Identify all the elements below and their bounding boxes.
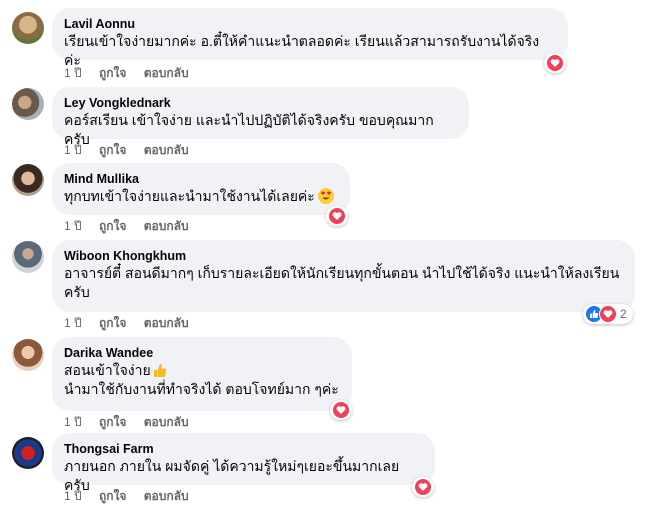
comment-bubble: Mind Mullika ทุกบทเข้าใจง่ายและนำมาใช้งา… <box>52 163 350 215</box>
heart-eyes-emoji <box>317 188 334 204</box>
avatar[interactable] <box>12 241 44 273</box>
timestamp[interactable]: 1 ปี <box>64 415 82 429</box>
comments-feed: Lavil Aonnu เรียนเข้าใจง่ายมากค่ะ อ.ตี๋ใ… <box>0 0 646 509</box>
author-name[interactable]: Darika Wandee <box>64 345 340 361</box>
comment-actions: 1 ปี ถูกใจ ตอบกลับ <box>64 315 203 331</box>
comment-text-body: ทุกบทเข้าใจง่ายและนำมาใช้งานได้เลยค่ะ <box>64 188 315 204</box>
comment-actions: 1 ปี ถูกใจ ตอบกลับ <box>64 142 203 158</box>
like-button[interactable]: ถูกใจ <box>99 66 126 80</box>
timestamp[interactable]: 1 ปี <box>64 66 82 80</box>
author-name[interactable]: Lavil Aonnu <box>64 16 556 32</box>
comment-text-line: สอนเข้าใจง่าย <box>64 361 340 380</box>
author-name[interactable]: Ley Vongklednark <box>64 95 457 111</box>
avatar[interactable] <box>12 437 44 469</box>
avatar[interactable] <box>12 339 44 371</box>
comment-actions: 1 ปี ถูกใจ ตอบกลับ <box>64 65 203 81</box>
like-button[interactable]: ถูกใจ <box>99 316 126 330</box>
avatar[interactable] <box>12 88 44 120</box>
comment-actions: 1 ปี ถูกใจ ตอบกลับ <box>64 488 203 504</box>
like-button[interactable]: ถูกใจ <box>99 489 126 503</box>
reply-button[interactable]: ตอบกลับ <box>144 143 189 157</box>
timestamp[interactable]: 1 ปี <box>64 219 82 233</box>
comment-actions: 1 ปี ถูกใจ ตอบกลับ <box>64 218 203 234</box>
comment-bubble: Darika Wandee สอนเข้าใจง่าย นำมาใช้กับงา… <box>52 337 352 411</box>
reaction-summary[interactable] <box>326 206 348 226</box>
comment-bubble: Lavil Aonnu เรียนเข้าใจง่ายมากค่ะ อ.ตี๋ใ… <box>52 8 568 68</box>
reaction-summary[interactable] <box>330 400 352 420</box>
comment-text-body: สอนเข้าใจง่าย <box>64 362 151 378</box>
love-icon <box>414 478 432 496</box>
love-icon <box>332 401 350 419</box>
reaction-summary[interactable] <box>544 53 566 73</box>
like-button[interactable]: ถูกใจ <box>99 143 126 157</box>
comment-actions: 1 ปี ถูกใจ ตอบกลับ <box>64 414 203 430</box>
comment-bubble: Wiboon Khongkhum อาจารย์ตี๋ สอนดีมากๆ เก… <box>52 240 635 312</box>
avatar[interactable] <box>12 164 44 196</box>
comment-text: ทุกบทเข้าใจง่ายและนำมาใช้งานได้เลยค่ะ <box>64 187 338 206</box>
love-icon <box>599 305 617 323</box>
timestamp[interactable]: 1 ปี <box>64 489 82 503</box>
comment-bubble: Thongsai Farm ภายนอก ภายใน ผมจัดคู่ ได้ค… <box>52 433 435 493</box>
comment-text-line: นำมาใช้กับงานที่ทำจริงได้ ตอบโจทย์มาก ๆค… <box>64 381 339 397</box>
comment-bubble: Ley Vongklednark คอร์สเรียน เข้าใจง่าย แ… <box>52 87 469 147</box>
reaction-summary[interactable]: 2 <box>583 304 633 324</box>
comment-text-line: อาจารย์ตี๋ สอนดีมากๆ เก็บรายละเอียดให้นั… <box>64 265 620 281</box>
timestamp[interactable]: 1 ปี <box>64 143 82 157</box>
author-name[interactable]: Mind Mullika <box>64 171 338 187</box>
thumbs-up-emoji <box>153 362 167 378</box>
avatar[interactable] <box>12 12 44 44</box>
like-button[interactable]: ถูกใจ <box>99 219 126 233</box>
love-icon <box>546 54 564 72</box>
reply-button[interactable]: ตอบกลับ <box>144 316 189 330</box>
comment-text-line: ครับ <box>64 284 90 300</box>
like-button[interactable]: ถูกใจ <box>99 415 126 429</box>
reply-button[interactable]: ตอบกลับ <box>144 219 189 233</box>
love-icon <box>328 207 346 225</box>
timestamp[interactable]: 1 ปี <box>64 316 82 330</box>
reply-button[interactable]: ตอบกลับ <box>144 66 189 80</box>
reaction-count: 2 <box>620 307 627 321</box>
reply-button[interactable]: ตอบกลับ <box>144 415 189 429</box>
author-name[interactable]: Thongsai Farm <box>64 441 423 457</box>
author-name[interactable]: Wiboon Khongkhum <box>64 248 623 264</box>
reply-button[interactable]: ตอบกลับ <box>144 489 189 503</box>
reaction-summary[interactable] <box>412 477 434 497</box>
